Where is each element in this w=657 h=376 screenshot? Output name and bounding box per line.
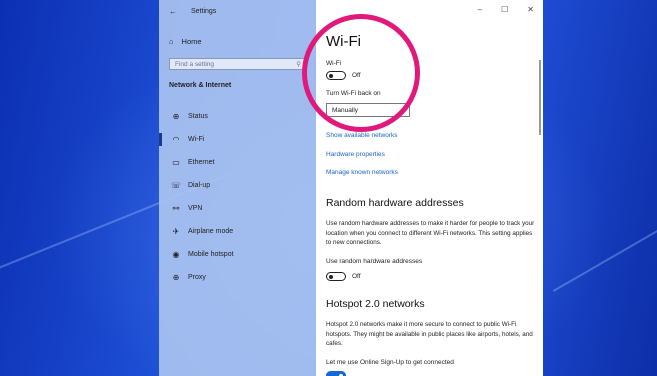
proxy-icon: ⊕ bbox=[172, 273, 180, 282]
online-signup-label: Let me use Online Sign-Up to get connect… bbox=[326, 359, 454, 366]
sidebar-item-label: VPN bbox=[188, 205, 203, 212]
sidebar-item-mobile-hotspot[interactable]: ◉ Mobile hotspot bbox=[159, 243, 316, 266]
random-hardware-toggle-row: Off bbox=[326, 272, 361, 281]
sidebar-item-label: Proxy bbox=[188, 274, 206, 281]
sidebar-item-label: Mobile hotspot bbox=[188, 251, 234, 258]
wifi-icon: ◠ bbox=[172, 135, 180, 144]
manage-known-networks-link[interactable]: Manage known networks bbox=[326, 169, 398, 176]
minimize-button[interactable]: – bbox=[478, 5, 482, 14]
sidebar-item-airplane-mode[interactable]: ✈ Airplane mode bbox=[159, 220, 316, 243]
vpn-icon: ⚯ bbox=[172, 204, 180, 213]
random-hardware-toggle-label: Use random hardware addresses bbox=[326, 258, 423, 265]
online-signup-toggle[interactable] bbox=[326, 371, 346, 376]
sidebar-nav: ⊕ Status ◠ Wi-Fi ▭ Ethernet ☏ Dial-up ⚯ … bbox=[159, 105, 316, 289]
status-icon: ⊕ bbox=[172, 112, 180, 121]
sidebar-item-dialup[interactable]: ☏ Dial-up bbox=[159, 174, 316, 197]
sidebar-item-status[interactable]: ⊕ Status bbox=[159, 105, 316, 128]
titlebar: ← Settings bbox=[169, 7, 216, 16]
random-hardware-toggle-state: Off bbox=[352, 273, 361, 280]
online-signup-toggle-row bbox=[326, 371, 346, 376]
settings-sidebar: ← Settings ⌂ Home Find a setting ⚲ Netwo… bbox=[159, 0, 316, 376]
toggle-knob bbox=[329, 274, 333, 279]
sidebar-section-title: Network & Internet bbox=[169, 82, 232, 89]
highlight-circle-annotation bbox=[302, 14, 420, 132]
sidebar-item-wifi[interactable]: ◠ Wi-Fi bbox=[159, 128, 316, 151]
back-arrow-icon[interactable]: ← bbox=[169, 7, 177, 16]
hotspot-icon: ◉ bbox=[172, 250, 180, 259]
window-controls: – ☐ ✕ bbox=[478, 5, 534, 14]
home-icon: ⌂ bbox=[169, 37, 174, 46]
hotspot-description: Hotspot 2.0 networks make it more secure… bbox=[326, 321, 533, 347]
search-icon: ⚲ bbox=[296, 61, 301, 68]
sidebar-item-label: Wi-Fi bbox=[188, 136, 205, 143]
home-nav-item[interactable]: ⌂ Home bbox=[169, 37, 202, 46]
show-available-networks-link[interactable]: Show available networks bbox=[326, 132, 398, 139]
home-label: Home bbox=[181, 37, 202, 46]
ethernet-icon: ▭ bbox=[172, 158, 180, 167]
sidebar-item-ethernet[interactable]: ▭ Ethernet bbox=[159, 151, 316, 174]
dialup-icon: ☏ bbox=[170, 181, 181, 190]
scrollbar[interactable] bbox=[539, 60, 541, 135]
sidebar-item-label: Airplane mode bbox=[188, 228, 234, 235]
sidebar-item-label: Ethernet bbox=[188, 159, 215, 166]
random-hardware-toggle[interactable] bbox=[326, 272, 346, 281]
search-placeholder: Find a setting bbox=[175, 60, 215, 68]
search-input[interactable]: Find a setting ⚲ bbox=[169, 58, 306, 70]
airplane-icon: ✈ bbox=[172, 227, 180, 236]
random-hardware-heading: Random hardware addresses bbox=[326, 197, 464, 209]
sidebar-item-label: Dial-up bbox=[188, 182, 211, 189]
sidebar-item-label: Status bbox=[188, 113, 208, 120]
hotspot-heading: Hotspot 2.0 networks bbox=[326, 298, 425, 310]
sidebar-item-vpn[interactable]: ⚯ VPN bbox=[159, 197, 316, 220]
sidebar-item-proxy[interactable]: ⊕ Proxy bbox=[159, 266, 316, 289]
window-title: Settings bbox=[191, 8, 217, 15]
random-hardware-description: Use random hardware addresses to make it… bbox=[326, 220, 535, 246]
hardware-properties-link[interactable]: Hardware properties bbox=[326, 151, 385, 158]
maximize-button[interactable]: ☐ bbox=[501, 5, 508, 14]
close-button[interactable]: ✕ bbox=[527, 5, 534, 14]
